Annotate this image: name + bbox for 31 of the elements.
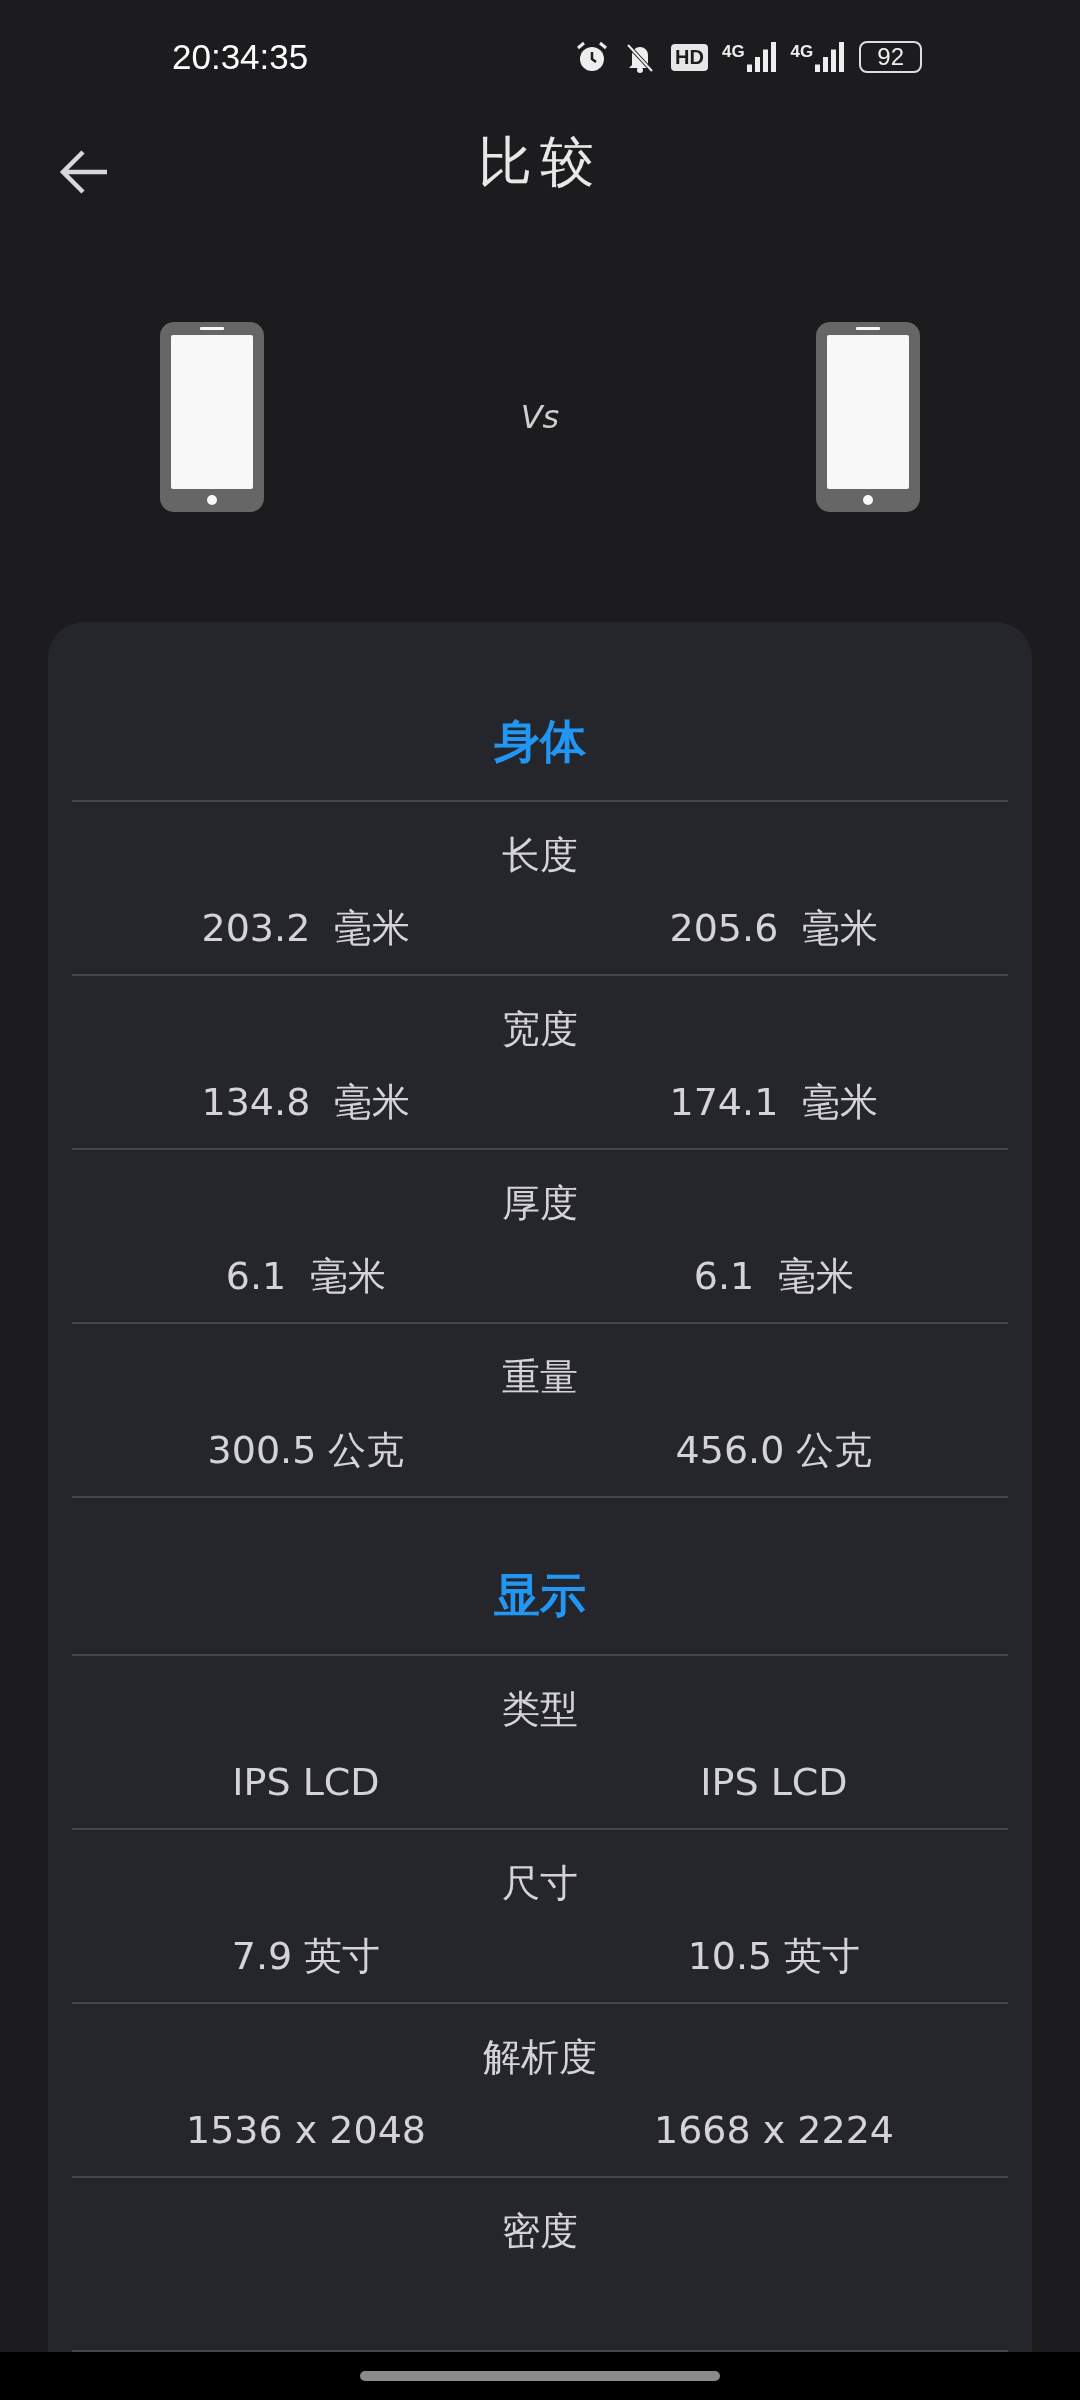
spec-value: 6.1 毫米 <box>225 1253 387 1300</box>
vs-label: Vs <box>520 397 560 436</box>
spec-label: 解析度 <box>483 2034 597 2081</box>
spec-value: 134.8 毫米 <box>201 1079 411 1126</box>
spec-label: 类型 <box>502 1686 578 1733</box>
spec-label: 密度 <box>502 2208 578 2255</box>
spec-value: 1536 x 2048 <box>185 2107 427 2154</box>
spec-value: IPS LCD <box>700 1759 848 1806</box>
phone-icon <box>160 321 264 512</box>
hd-icon: HD <box>671 43 708 71</box>
section-title: 身体 <box>494 717 586 770</box>
spec-value: 10.5 英寸 <box>687 1933 861 1980</box>
spec-label: 长度 <box>502 832 578 879</box>
battery-icon: 92 <box>859 41 922 74</box>
spec-value: 203.2 毫米 <box>201 905 411 952</box>
spec-label: 厚度 <box>502 1180 578 1227</box>
status-time: 20:34:35 <box>172 37 309 78</box>
spec-value: 205.6 毫米 <box>669 905 879 952</box>
page-title: 比较 <box>478 129 602 196</box>
section-title: 显示 <box>494 1571 586 1624</box>
spec-value: 6.1 毫米 <box>693 1253 855 1300</box>
spec-label: 重量 <box>502 1354 578 1401</box>
spec-label: 尺寸 <box>502 1860 578 1907</box>
spec-value: 300.5 公克 <box>207 1427 405 1474</box>
spec-value: 456.0 公克 <box>675 1427 873 1474</box>
phone-icon <box>816 321 920 512</box>
spec-value: 1668 x 2224 <box>653 2107 895 2154</box>
spec-value: 7.9 英寸 <box>231 1933 381 1980</box>
spec-value: IPS LCD <box>232 1759 380 1806</box>
spec-label: 宽度 <box>502 1006 578 1053</box>
spec-value: 174.1 毫米 <box>669 1079 879 1126</box>
